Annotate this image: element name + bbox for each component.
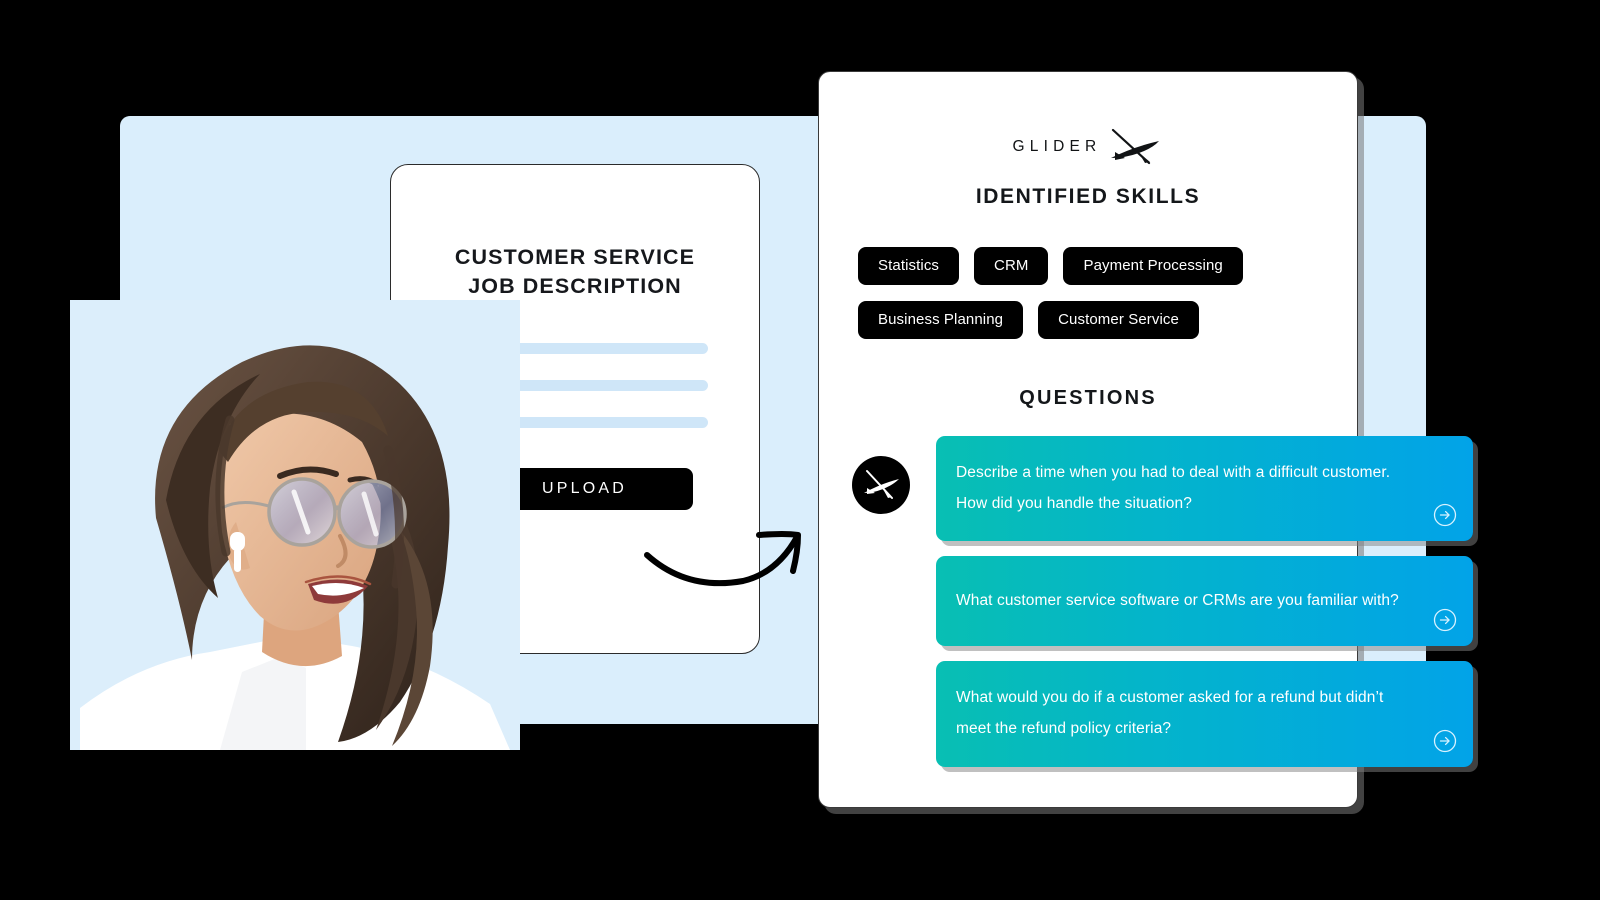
glider-plane-avatar-icon <box>852 456 910 514</box>
skill-pill[interactable]: Customer Service <box>1038 301 1199 339</box>
job-description-title-line-1: CUSTOMER SERVICE <box>454 245 696 269</box>
screenshot-stage: CUSTOMER SERVICE JOB DESCRIPTION UPLOAD <box>0 0 1600 900</box>
arrow-right-circle-icon[interactable] <box>1433 608 1457 632</box>
question-card[interactable]: What customer service software or CRMs a… <box>936 556 1473 647</box>
question-text-line-2: How did you handle the situation? <box>956 494 1192 512</box>
arrow-right-circle-icon[interactable] <box>1433 503 1457 527</box>
candidate-photo <box>70 300 520 750</box>
brand-logo: GLIDER <box>819 127 1357 167</box>
skill-pill[interactable]: Payment Processing <box>1063 247 1243 285</box>
brand-name: GLIDER <box>1012 138 1102 155</box>
skill-pill[interactable]: Statistics <box>858 247 960 285</box>
questions-heading: QUESTIONS <box>1019 387 1157 409</box>
question-card[interactable]: What would you do if a customer asked fo… <box>936 661 1473 767</box>
curved-arrow-icon <box>635 515 815 600</box>
assessment-results-card: GLIDER IDENTIFIED SKILLS Statistics CRM … <box>818 71 1473 808</box>
question-text-line-1: Describe a time when you had to deal wit… <box>956 464 1391 481</box>
question-text-line-1: What would you do if a customer asked fo… <box>956 689 1384 707</box>
skill-pill[interactable]: Business Planning <box>858 301 1024 339</box>
question-card[interactable]: Describe a time when you had to deal wit… <box>936 436 1473 542</box>
job-description-title-line-2: JOB DESCRIPTION <box>468 273 682 298</box>
question-text-line-2: meet the refund policy criteria? <box>956 720 1172 738</box>
skill-pill[interactable]: CRM <box>974 247 1049 285</box>
question-text-line-1: What customer service software or CRMs a… <box>956 592 1399 610</box>
arrow-right-circle-icon[interactable] <box>1433 729 1457 753</box>
questions-list: Describe a time when you had to deal wit… <box>936 436 1591 782</box>
identified-skills-list: Statistics CRM Payment Processing Busine… <box>858 247 1328 339</box>
identified-skills-heading: IDENTIFIED SKILLS <box>975 185 1201 208</box>
glider-plane-icon <box>1109 127 1163 167</box>
job-description-title: CUSTOMER SERVICE JOB DESCRIPTION <box>391 243 759 300</box>
